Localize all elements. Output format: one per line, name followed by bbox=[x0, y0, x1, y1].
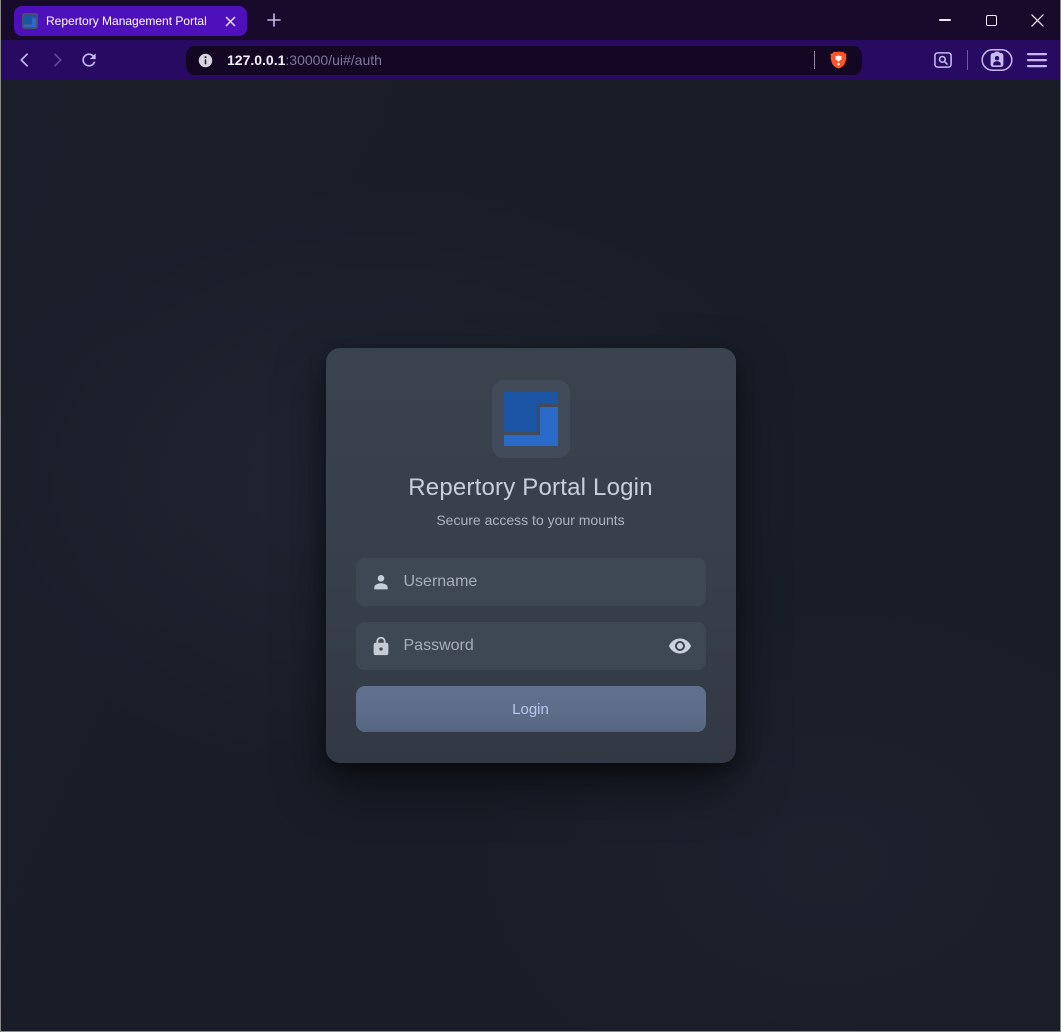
login-button[interactable]: Login bbox=[356, 686, 706, 732]
repertory-logo bbox=[492, 380, 570, 458]
address-bar[interactable]: 127.0.0.1:30000/ui#/auth bbox=[186, 46, 862, 75]
repertory-logo-icon bbox=[504, 392, 558, 446]
person-icon bbox=[370, 571, 392, 593]
close-button[interactable] bbox=[1014, 0, 1060, 40]
profile-button[interactable] bbox=[981, 48, 1013, 72]
maximize-button[interactable] bbox=[968, 0, 1014, 40]
url-text: 127.0.0.1:30000/ui#/auth bbox=[227, 52, 810, 68]
close-icon bbox=[1031, 14, 1044, 27]
navigation-buttons bbox=[11, 46, 103, 74]
sidebar-button[interactable] bbox=[932, 49, 954, 71]
brave-shield-icon bbox=[829, 50, 848, 71]
urlbar-divider bbox=[814, 51, 815, 69]
login-fields bbox=[356, 558, 706, 670]
tab-bar: Repertory Management Portal bbox=[1, 0, 1060, 40]
tab-title: Repertory Management Portal bbox=[46, 14, 221, 28]
toolbar-right-buttons bbox=[932, 48, 1048, 72]
page-viewport: Repertory Portal Login Secure access to … bbox=[1, 80, 1060, 1031]
tab-close-icon[interactable] bbox=[221, 12, 239, 30]
url-path: :30000/ui#/auth bbox=[285, 52, 382, 68]
reload-button[interactable] bbox=[75, 46, 103, 74]
password-input[interactable] bbox=[404, 637, 668, 655]
page-subtitle: Secure access to your mounts bbox=[356, 512, 706, 528]
toolbar-divider bbox=[967, 50, 968, 70]
forward-button[interactable] bbox=[43, 46, 71, 74]
sidebar-search-icon bbox=[932, 49, 954, 71]
password-field[interactable] bbox=[356, 622, 706, 670]
minimize-icon bbox=[939, 19, 951, 21]
window-controls bbox=[922, 0, 1060, 40]
login-card: Repertory Portal Login Secure access to … bbox=[326, 348, 736, 763]
reload-icon bbox=[79, 50, 99, 70]
browser-tab[interactable]: Repertory Management Portal bbox=[14, 6, 247, 36]
back-button[interactable] bbox=[11, 46, 39, 74]
lock-icon bbox=[370, 635, 392, 657]
site-info-icon[interactable] bbox=[197, 52, 214, 69]
menu-button[interactable] bbox=[1026, 51, 1048, 69]
maximize-icon bbox=[986, 15, 997, 26]
forward-icon bbox=[47, 50, 67, 70]
eye-icon bbox=[668, 634, 692, 658]
browser-window: Repertory Management Portal bbox=[0, 0, 1061, 1032]
page-title: Repertory Portal Login bbox=[356, 474, 706, 502]
username-field[interactable] bbox=[356, 558, 706, 606]
back-icon bbox=[15, 50, 35, 70]
new-tab-button[interactable] bbox=[261, 7, 287, 33]
hamburger-menu-icon bbox=[1026, 51, 1048, 69]
minimize-button[interactable] bbox=[922, 0, 968, 40]
username-input[interactable] bbox=[404, 573, 692, 591]
profile-badge-icon bbox=[981, 48, 1013, 72]
show-password-button[interactable] bbox=[668, 634, 692, 658]
brave-shield-button[interactable] bbox=[825, 47, 851, 73]
repertory-favicon-icon bbox=[22, 13, 38, 29]
browser-toolbar: 127.0.0.1:30000/ui#/auth bbox=[1, 40, 1060, 80]
url-host: 127.0.0.1 bbox=[227, 52, 285, 68]
